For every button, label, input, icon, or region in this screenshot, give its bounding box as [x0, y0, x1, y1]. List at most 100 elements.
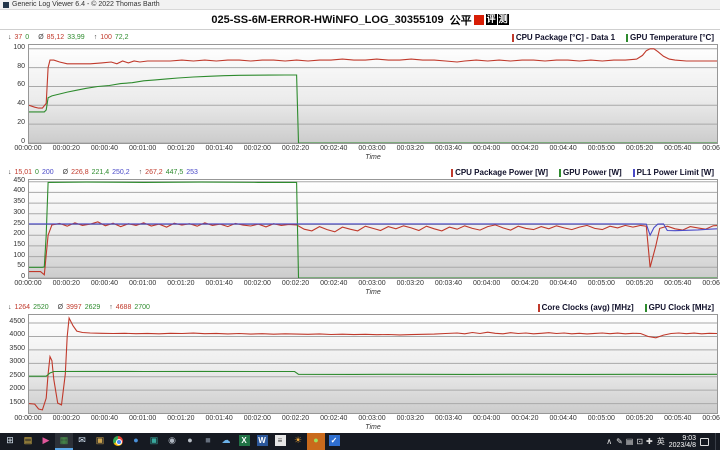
start-icon[interactable]: ⊞ — [1, 433, 19, 450]
x-tick-label: 00:03:00 — [358, 280, 385, 287]
x-tick-label: 00:05:40 — [664, 415, 691, 422]
stat-value: 226,8 — [71, 169, 89, 176]
legend-item: CPU Package Power [W] — [451, 168, 548, 177]
stat-value: 100 — [100, 34, 112, 41]
mail-icon[interactable]: ✉ — [73, 433, 91, 450]
y-tick-label: 40 — [17, 100, 25, 108]
legend-color-bar — [559, 169, 561, 177]
stat-value: 221,4 — [92, 169, 110, 176]
x-tick-label: 00:02:20 — [282, 145, 309, 152]
app-green-icon[interactable]: ▦ — [55, 433, 73, 450]
x-tick-label: 00:00:40 — [91, 145, 118, 152]
tray-folder-icon[interactable]: ▤ — [626, 433, 634, 450]
app-amber-icon[interactable]: ▣ — [91, 433, 109, 450]
window-titlebar[interactable]: Generic Log Viewer 6.4 - © 2022 Thomas B… — [0, 0, 720, 10]
chart-panel-temperature: ↓370Ø85,1233,99↑10072,2 CPU Package [°C]… — [2, 31, 718, 163]
stat-avg-symbol: Ø — [63, 169, 68, 176]
notepad-icon[interactable]: ≡ — [271, 433, 289, 450]
x-tick-label: 00:05:20 — [626, 415, 653, 422]
app-sun-glyph: ☀ — [294, 432, 302, 449]
ime-language-indicator[interactable]: 英 — [657, 436, 665, 447]
x-tick-label: 00:02:20 — [282, 415, 309, 422]
x-axis: 00:00:0000:00:2000:00:4000:01:0000:01:20… — [28, 414, 718, 424]
stat-max: ↑267,2447,5253 — [139, 169, 198, 176]
x-tick-label: 00:03:20 — [397, 145, 424, 152]
app-gray-icon[interactable]: ● — [181, 433, 199, 450]
plot-area[interactable] — [28, 179, 718, 279]
stat-value: 85,12 — [47, 34, 65, 41]
x-axis: 00:00:0000:00:2000:00:4000:01:0000:01:20… — [28, 279, 718, 289]
legend-label: GPU Power [W] — [563, 168, 622, 177]
app-pink-icon[interactable]: ▶ — [37, 433, 55, 450]
x-tick-label: 00:03:20 — [397, 415, 424, 422]
stat-value: 15,01 — [15, 169, 33, 176]
stat-avg: Ø39972629 — [58, 304, 101, 311]
x-tick-label: 00:01:00 — [129, 145, 156, 152]
x-tick-label: 00:04:40 — [549, 415, 576, 422]
y-tick-label: 50 — [17, 262, 25, 270]
app-amber-glyph: ▣ — [96, 432, 105, 449]
x-tick-label: 00:04:20 — [511, 280, 538, 287]
x-axis: 00:00:0000:00:2000:00:4000:01:0000:01:20… — [28, 144, 718, 154]
x-tick-label: 00:04:40 — [549, 145, 576, 152]
plot-area[interactable] — [28, 44, 718, 144]
y-tick-label: 200 — [13, 230, 25, 238]
taskbar-clock[interactable]: 9:03 2023/4/8 — [669, 435, 696, 449]
app-teal-icon[interactable]: ▣ — [145, 433, 163, 450]
tray-pen-icon[interactable]: ✎ — [616, 433, 623, 450]
x-tick-label: 00:01:40 — [205, 145, 232, 152]
app-check-icon[interactable]: ✓ — [325, 433, 343, 450]
stat-max-symbol: ↑ — [109, 304, 113, 311]
window-title: Generic Log Viewer 6.4 - © 2022 Thomas B… — [12, 1, 160, 8]
y-tick-label: 2500 — [9, 372, 25, 380]
x-axis-title: Time — [28, 289, 718, 298]
word-icon[interactable]: W — [253, 433, 271, 450]
legend-color-bar — [538, 304, 540, 312]
tray-chevron-up-icon[interactable]: ∧ — [606, 433, 612, 450]
show-desktop-button[interactable] — [715, 433, 717, 450]
x-tick-label: 00:05:40 — [664, 145, 691, 152]
series-line — [29, 318, 717, 410]
stat-min: ↓370 — [8, 34, 29, 41]
word-tile: W — [257, 435, 268, 446]
x-tick-label: 00:01:40 — [205, 415, 232, 422]
camera-icon[interactable]: ◉ — [163, 433, 181, 450]
y-tick-label: 100 — [13, 252, 25, 260]
x-tick-label: 00:03:20 — [397, 280, 424, 287]
tray-network-icon[interactable]: ✚ — [646, 433, 653, 450]
header: 025-SS-6M-ERROR-HWiNFO_LOG_30355109 公平 评… — [0, 10, 720, 30]
stat-min-symbol: ↓ — [8, 304, 12, 311]
stat-value: 4688 — [116, 304, 132, 311]
y-tick-label: 450 — [13, 177, 25, 185]
start-glyph: ⊞ — [6, 432, 14, 449]
stat-value: 0 — [25, 34, 29, 41]
app-slate-glyph: ■ — [205, 432, 210, 449]
x-tick-label: 00:05:40 — [664, 280, 691, 287]
excel-icon[interactable]: X — [235, 433, 253, 450]
stat-max-symbol: ↑ — [139, 169, 143, 176]
y-tick-label: 250 — [13, 220, 25, 228]
chrome-icon[interactable] — [109, 433, 127, 450]
x-tick-label: 00:06:00 — [702, 415, 720, 422]
notepad-tile: ≡ — [275, 435, 286, 446]
file-explorer-icon[interactable]: ▤ — [19, 433, 37, 450]
stat-avg-symbol: Ø — [58, 304, 63, 311]
series-line — [29, 49, 717, 108]
series-line — [29, 182, 717, 278]
y-tick-label: 350 — [13, 198, 25, 206]
plot-area[interactable] — [28, 314, 718, 414]
x-tick-label: 00:05:00 — [588, 280, 615, 287]
app-sun-icon[interactable]: ☀ — [289, 433, 307, 450]
app-blue-icon[interactable]: ● — [127, 433, 145, 450]
series-line — [29, 371, 717, 376]
x-tick-label: 00:06:00 — [702, 280, 720, 287]
chrome-logo — [113, 436, 123, 446]
logo-text-prefix: 公平 — [450, 12, 472, 28]
clock-time: 9:03 — [669, 435, 696, 442]
tray-display-icon[interactable]: ⊡ — [636, 433, 643, 450]
action-center-icon[interactable] — [700, 438, 709, 446]
app-slate-icon[interactable]: ■ — [199, 433, 217, 450]
app-orange-icon[interactable]: ● — [307, 433, 325, 450]
x-tick-label: 00:01:00 — [129, 280, 156, 287]
onedrive-icon[interactable]: ☁ — [217, 433, 235, 450]
